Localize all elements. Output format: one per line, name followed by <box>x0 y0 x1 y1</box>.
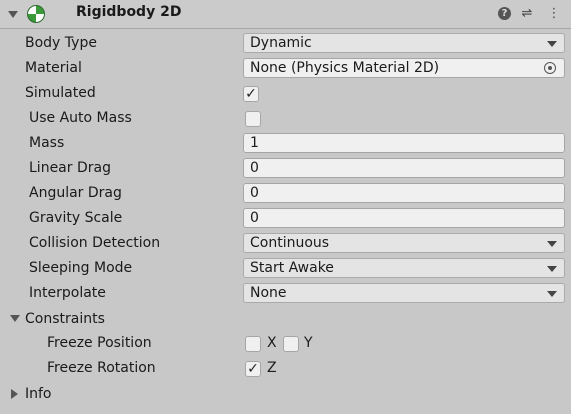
chevron-down-icon <box>547 266 557 272</box>
linear-drag-input[interactable]: 0 <box>243 158 565 178</box>
mass-input[interactable]: 1 <box>243 133 565 153</box>
freeze-position-x-label: X <box>267 335 277 351</box>
chevron-down-icon <box>547 291 557 297</box>
simulated-checkbox[interactable]: ✓ <box>243 86 259 102</box>
sleeping-mode-dropdown[interactable]: Start Awake <box>243 258 565 278</box>
constraints-foldout-icon[interactable] <box>10 315 20 322</box>
freeze-position-x-checkbox[interactable] <box>245 336 261 352</box>
material-object-field[interactable]: None (Physics Material 2D) <box>243 58 565 78</box>
freeze-position-y-label: Y <box>304 335 313 351</box>
collision-detection-label: Collision Detection <box>29 235 161 251</box>
help-icon[interactable]: ? <box>498 7 511 20</box>
rigidbody2d-icon <box>27 5 45 23</box>
info-label[interactable]: Info <box>25 386 52 402</box>
linear-drag-label: Linear Drag <box>29 160 111 176</box>
sleeping-mode-value: Start Awake <box>250 260 334 276</box>
interpolate-label: Interpolate <box>29 285 106 301</box>
freeze-rotation-z-label: Z <box>267 360 277 376</box>
material-value: None (Physics Material 2D) <box>250 60 440 76</box>
freeze-position-label: Freeze Position <box>47 335 152 351</box>
use-auto-mass-checkbox[interactable] <box>245 111 261 127</box>
freeze-position-y-checkbox[interactable] <box>283 336 299 352</box>
component-header[interactable]: Rigidbody 2D ? ⇌ ⋮ <box>0 0 571 29</box>
body-type-value: Dynamic <box>250 35 312 51</box>
angular-drag-input[interactable]: 0 <box>243 183 565 203</box>
gravity-scale-label: Gravity Scale <box>29 210 123 226</box>
material-label: Material <box>25 60 82 76</box>
foldout-expanded-icon[interactable] <box>8 11 18 18</box>
body-type-dropdown[interactable]: Dynamic <box>243 33 565 53</box>
rigidbody2d-inspector: Rigidbody 2D ? ⇌ ⋮ Body Type Dynamic Mat… <box>0 0 571 414</box>
freeze-rotation-z-checkbox[interactable]: ✓ <box>245 361 261 377</box>
chevron-down-icon <box>547 41 557 47</box>
sleeping-mode-label: Sleeping Mode <box>29 260 133 276</box>
info-foldout-icon[interactable] <box>11 389 18 399</box>
use-auto-mass-label: Use Auto Mass <box>29 110 132 126</box>
mass-label: Mass <box>29 135 65 151</box>
component-title: Rigidbody 2D <box>76 4 182 20</box>
interpolate-value: None <box>250 285 287 301</box>
gravity-scale-input[interactable]: 0 <box>243 208 565 228</box>
presets-icon[interactable]: ⇌ <box>519 6 535 22</box>
body-type-label: Body Type <box>25 35 97 51</box>
object-picker-icon[interactable] <box>544 62 556 74</box>
chevron-down-icon <box>547 241 557 247</box>
angular-drag-label: Angular Drag <box>29 185 122 201</box>
collision-detection-value: Continuous <box>250 235 330 251</box>
freeze-rotation-label: Freeze Rotation <box>47 360 156 376</box>
simulated-label: Simulated <box>25 85 96 101</box>
interpolate-dropdown[interactable]: None <box>243 283 565 303</box>
constraints-label[interactable]: Constraints <box>25 311 105 327</box>
collision-detection-dropdown[interactable]: Continuous <box>243 233 565 253</box>
context-menu-icon[interactable]: ⋮ <box>546 6 562 22</box>
